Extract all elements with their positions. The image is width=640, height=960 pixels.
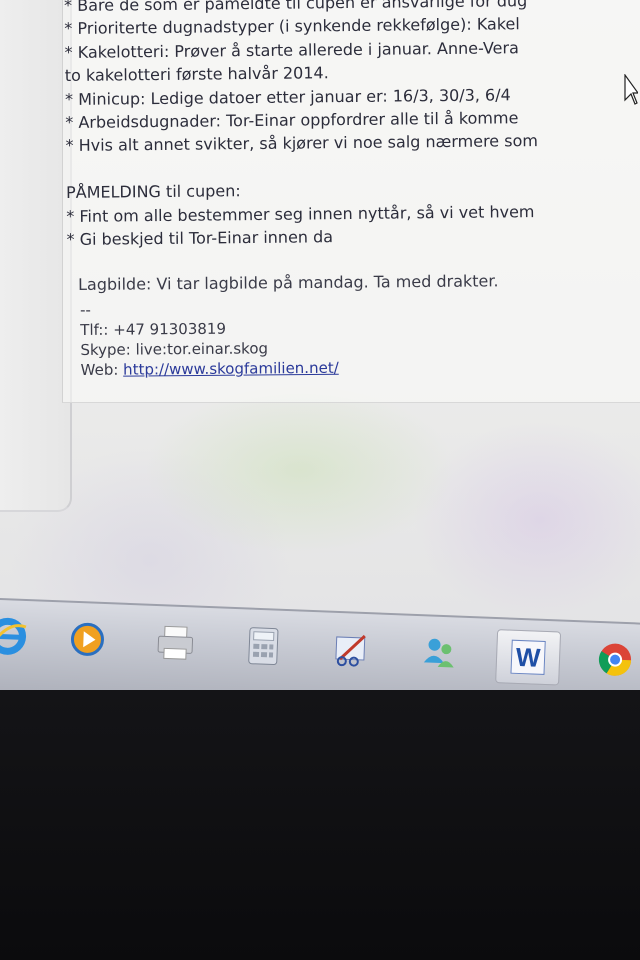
- ie-icon: [0, 617, 27, 655]
- monitor-screen: * Bare de som er påmeldte til cupen er a…: [0, 0, 640, 690]
- taskbar: W: [0, 598, 640, 690]
- taskbar-snipping-tool[interactable]: [319, 622, 383, 676]
- people-icon: [423, 638, 454, 668]
- taskbar-media-player[interactable]: [56, 612, 120, 666]
- registration-line: * Gi beskjed til Tor-Einar innen da: [66, 227, 334, 249]
- signature-web-label: Web:: [80, 360, 124, 379]
- registration-line: * Fint om alle bestemmer seg innen nyttå…: [66, 201, 535, 226]
- team-photo-note: Lagbilde: Vi tar lagbilde på mandag. Ta …: [78, 271, 499, 294]
- calculator-icon: [248, 627, 279, 666]
- taskbar-people[interactable]: [407, 626, 471, 680]
- printer-icon: [157, 625, 194, 660]
- signature-web: Web: http://www.skogfamilien.net/: [81, 358, 339, 380]
- chrome-icon: [598, 643, 632, 676]
- taskbar-chrome[interactable]: [583, 632, 640, 686]
- signature-separator: --: [80, 300, 91, 319]
- email-line: * Hvis alt annet svikter, så kjører vi n…: [65, 131, 538, 156]
- email-signature: -- Tlf:: +47 91303819 Skype: live:tor.ei…: [80, 298, 339, 380]
- signature-skype: Skype: live:tor.einar.skog: [80, 339, 269, 359]
- snipping-tool-icon: [335, 634, 366, 667]
- word-icon: W: [510, 639, 547, 675]
- media-player-icon: [70, 622, 104, 656]
- email-body: * Bare de som er påmeldte til cupen er a…: [64, 0, 539, 251]
- taskbar-internet-explorer[interactable]: [0, 609, 40, 663]
- taskbar-calculator[interactable]: [231, 619, 295, 673]
- website-link[interactable]: http://www.skogfamilien.net/: [123, 359, 339, 379]
- signature-phone: Tlf:: +47 91303819: [80, 319, 227, 339]
- taskbar-printer[interactable]: [143, 616, 207, 670]
- mouse-cursor-icon: [624, 74, 638, 105]
- monitor-bezel: [0, 690, 640, 960]
- taskbar-word[interactable]: W: [495, 629, 562, 686]
